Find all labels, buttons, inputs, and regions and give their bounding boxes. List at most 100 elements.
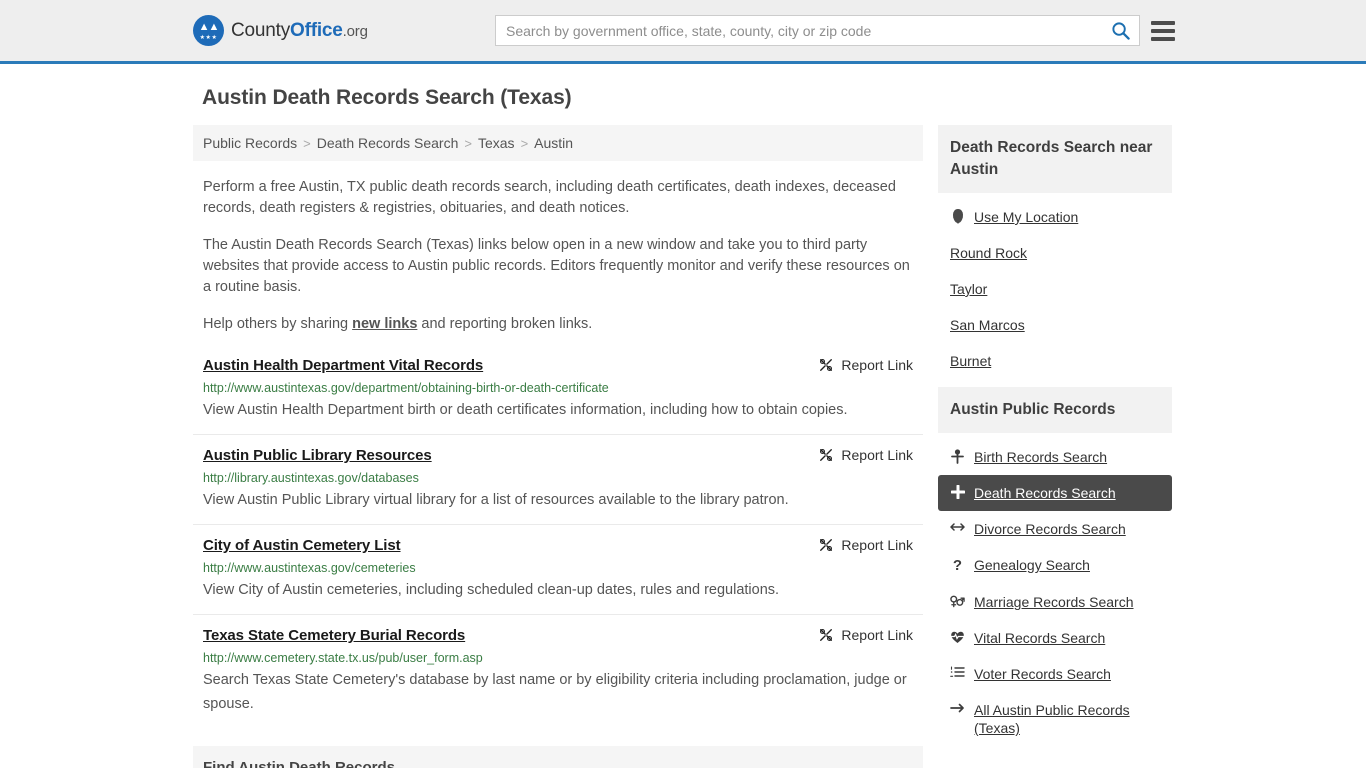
breadcrumb-separator: > (520, 135, 529, 151)
find-records-section: Find Austin Death Records (193, 746, 923, 768)
sidebar-item-voter-records-search[interactable]: Voter Records Search (938, 656, 1172, 692)
sidebar-item-label: Taylor (950, 281, 988, 297)
search-button[interactable] (1101, 16, 1139, 45)
logo-text-office: Office (290, 19, 343, 41)
intro-share-post: and reporting broken links. (417, 316, 593, 332)
result-item: Texas State Cemetery Burial Records Repo… (193, 627, 923, 728)
broken-link-icon (820, 449, 833, 461)
breadcrumb-item-austin[interactable]: Austin (534, 135, 573, 151)
results-list: Austin Health Department Vital Records R… (193, 357, 923, 728)
logo-text-county: County (231, 19, 291, 41)
breadcrumb-item-public-records[interactable]: Public Records (203, 135, 297, 151)
sidebar-item-genealogy-search[interactable]: ? Genealogy Search (938, 547, 1172, 584)
sidebar-item-burnet[interactable]: Burnet (938, 343, 1172, 379)
report-link-button[interactable]: Report Link (799, 537, 913, 553)
logo-text-tld: .org (342, 22, 368, 40)
report-link-label: Report Link (841, 357, 913, 373)
breadcrumb-item-texas[interactable]: Texas (478, 135, 515, 151)
report-link-button[interactable]: Report Link (799, 627, 913, 643)
map-pin-icon (950, 208, 965, 223)
sidebar-item-round-rock[interactable]: Round Rock (938, 235, 1172, 271)
breadcrumb: Public Records > Death Records Search > … (193, 125, 923, 161)
ordered-list-icon (950, 665, 965, 678)
sidebar-records-heading: Austin Public Records (938, 387, 1172, 433)
question-mark-icon: ? (952, 557, 963, 574)
cross-icon (950, 484, 965, 499)
result-url[interactable]: http://library.austintexas.gov/databases (203, 471, 913, 485)
sidebar-item-label: Use My Location (974, 209, 1079, 225)
result-item: Austin Public Library Resources Report L… (193, 447, 923, 525)
result-title-link[interactable]: Austin Health Department Vital Records (203, 357, 483, 374)
sidebar-item-death-records-search[interactable]: Death Records Search (938, 475, 1172, 511)
sidebar-item-label: Round Rock (950, 245, 1028, 261)
intro-paragraph-1: Perform a free Austin, TX public death r… (203, 179, 896, 216)
broken-link-icon (820, 539, 833, 551)
search-input[interactable] (496, 16, 1101, 45)
sidebar-item-label: Death Records Search (974, 485, 1116, 501)
report-link-button[interactable]: Report Link (799, 357, 913, 373)
sidebar-item-label: Divorce Records Search (974, 521, 1126, 537)
arrows-left-right-icon (950, 520, 965, 533)
sidebar-item-label: Birth Records Search (974, 449, 1108, 465)
intro-text: Perform a free Austin, TX public death r… (193, 177, 923, 335)
report-link-label: Report Link (841, 627, 913, 643)
sidebar-item-label: Voter Records Search (974, 666, 1111, 682)
sidebar-item-label: Marriage Records Search (974, 594, 1134, 610)
sidebar-item-label: Vital Records Search (974, 630, 1106, 646)
result-url[interactable]: http://www.austintexas.gov/cemeteries (203, 561, 913, 575)
hamburger-menu-icon[interactable] (1151, 20, 1175, 41)
sidebar-item-birth-records-search[interactable]: Birth Records Search (938, 439, 1172, 475)
sidebar-item-divorce-records-search[interactable]: Divorce Records Search (938, 511, 1172, 547)
sidebar-item-label: San Marcos (950, 317, 1025, 333)
eagle-badge-icon: ▲▲ ★★★ (193, 15, 224, 46)
result-title-link[interactable]: Texas State Cemetery Burial Records (203, 627, 465, 644)
sidebar-item-all-austin-public-records[interactable]: All Austin Public Records (Texas) (938, 692, 1172, 746)
intro-share-pre: Help others by sharing (203, 316, 353, 332)
sidebar-item-use-my-location[interactable]: Use My Location (938, 199, 1172, 235)
result-item: City of Austin Cemetery List Report Link (193, 537, 923, 615)
breadcrumb-separator: > (464, 135, 472, 151)
report-link-label: Report Link (841, 447, 913, 463)
result-title-link[interactable]: City of Austin Cemetery List (203, 537, 401, 554)
sidebar-item-label: All Austin Public Records (Texas) (974, 702, 1130, 736)
sidebar-item-label: Genealogy Search (974, 557, 1090, 573)
arrow-right-icon (950, 701, 965, 714)
result-title-link[interactable]: Austin Public Library Resources (203, 447, 432, 464)
sidebar-item-label: Burnet (950, 353, 992, 369)
sidebar-item-marriage-records-search[interactable]: Marriage Records Search (938, 584, 1172, 620)
broken-link-icon (820, 359, 833, 371)
intro-paragraph-2: The Austin Death Records Search (Texas) … (203, 237, 910, 295)
result-description: Search Texas State Cemetery's database b… (203, 672, 907, 712)
result-description: View Austin Health Department birth or d… (203, 402, 848, 418)
result-url[interactable]: http://www.cemetery.state.tx.us/pub/user… (203, 651, 913, 665)
result-description: View City of Austin cemeteries, includin… (203, 582, 780, 598)
broken-link-icon (820, 629, 833, 641)
result-url[interactable]: http://www.austintexas.gov/department/ob… (203, 381, 913, 395)
baby-icon (950, 448, 965, 464)
result-description: View Austin Public Library virtual libra… (203, 492, 789, 508)
sidebar-item-taylor[interactable]: Taylor (938, 271, 1172, 307)
sidebar-near-heading: Death Records Search near Austin (938, 125, 1172, 193)
intro-paragraph-3: Help others by sharing new links and rep… (203, 314, 913, 335)
main-content: Public Records > Death Records Search > … (193, 125, 923, 768)
page-body: Austin Death Records Search (Texas) Publ… (0, 64, 1366, 768)
site-logo[interactable]: ▲▲ ★★★ CountyOffice.org (193, 15, 368, 46)
find-records-title: Find Austin Death Records (203, 759, 395, 768)
search-bar (495, 15, 1140, 46)
venus-mars-icon (950, 593, 965, 608)
search-icon (1111, 22, 1130, 40)
report-link-label: Report Link (841, 537, 913, 553)
heartbeat-icon (950, 629, 965, 644)
breadcrumb-item-death-records-search[interactable]: Death Records Search (317, 135, 459, 151)
page-title: Austin Death Records Search (Texas) (202, 86, 572, 109)
sidebar-item-san-marcos[interactable]: San Marcos (938, 307, 1172, 343)
report-link-button[interactable]: Report Link (799, 447, 913, 463)
sidebar: Death Records Search near Austin Use My … (938, 125, 1172, 754)
sidebar-records-box: Austin Public Records Birth Records Sear… (938, 387, 1172, 746)
breadcrumb-separator: > (303, 135, 311, 151)
logo-text: CountyOffice.org (231, 20, 368, 42)
result-item: Austin Health Department Vital Records R… (193, 357, 923, 435)
new-links-link[interactable]: new links (352, 316, 417, 332)
sidebar-item-vital-records-search[interactable]: Vital Records Search (938, 620, 1172, 656)
site-header: ▲▲ ★★★ CountyOffice.org (0, 0, 1366, 64)
